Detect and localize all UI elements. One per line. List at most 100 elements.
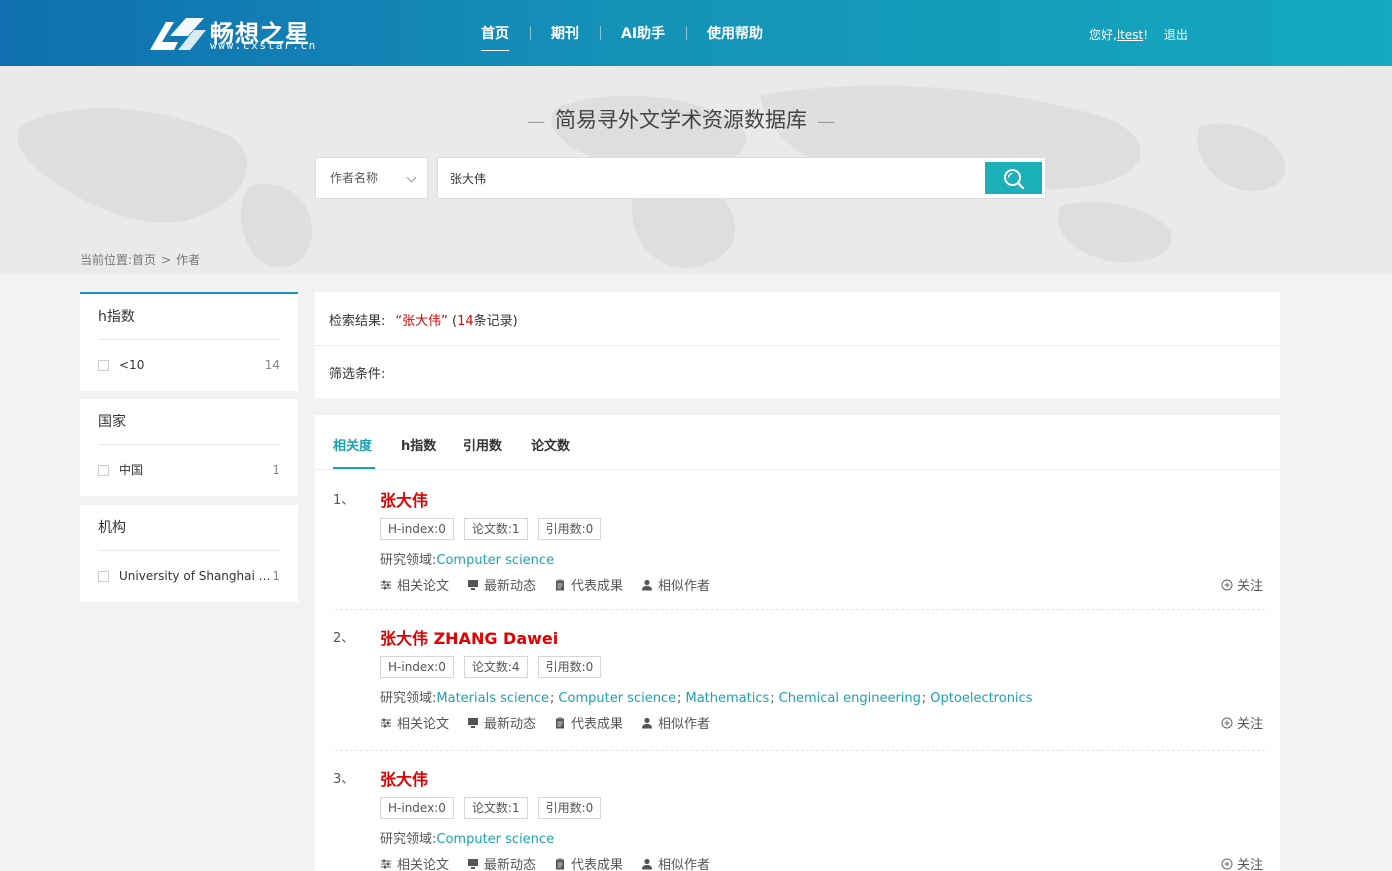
greeting-exclaim: ! — [1143, 28, 1149, 42]
result-index: 2、 — [333, 631, 355, 646]
similar-authors-button[interactable]: 相似作者 — [641, 575, 710, 594]
username-link[interactable]: ltest — [1117, 28, 1143, 42]
field-separator: ; — [770, 691, 775, 706]
checkbox[interactable] — [98, 465, 109, 476]
monitor-icon — [468, 717, 479, 728]
result-suffix: 条记录) — [473, 314, 518, 329]
follow-button[interactable]: 关注 — [1221, 713, 1263, 732]
representative-works-button[interactable]: 代表成果 — [554, 854, 623, 871]
sliders-icon — [381, 859, 391, 868]
related-papers-label: 相关论文 — [397, 579, 450, 594]
nav-journals[interactable]: 期刊 — [530, 23, 600, 43]
tab-h-index[interactable]: h指数 — [401, 435, 436, 454]
result-count-line: 检索结果: “张大伟” (14条记录) — [329, 310, 518, 329]
similar-authors-button[interactable]: 相似作者 — [641, 854, 710, 871]
related-papers-button[interactable]: 相关论文 — [380, 575, 449, 594]
author-name-link[interactable]: 张大伟 — [380, 766, 428, 790]
follow-label: 关注 — [1236, 858, 1263, 871]
nav-help[interactable]: 使用帮助 — [686, 23, 784, 43]
result-count: 14 — [457, 314, 474, 329]
field-link[interactable]: Materials science — [436, 691, 549, 706]
monitor-icon — [468, 858, 479, 869]
breadcrumb: 当前位置:首页 > 作者 — [80, 251, 200, 268]
user-icon — [642, 858, 653, 869]
main-nav: 首页 期刊 AI助手 使用帮助 — [460, 0, 784, 66]
related-papers-button[interactable]: 相关论文 — [380, 854, 449, 871]
search-type-value: 作者名称 — [330, 171, 379, 185]
breadcrumb-home[interactable]: 首页 — [132, 253, 156, 267]
tab-papers[interactable]: 论文数 — [531, 435, 570, 454]
plus-circle-icon — [1221, 717, 1233, 728]
item-divider — [335, 609, 1265, 610]
latest-news-label: 最新动态 — [484, 579, 537, 594]
similar-authors-label: 相似作者 — [658, 717, 711, 732]
author-stats: H-index:0 论文数:1 引用数:0 — [380, 518, 602, 540]
breadcrumb-prefix: 当前位置: — [80, 253, 133, 267]
representative-works-button[interactable]: 代表成果 — [554, 575, 623, 594]
author-name-link[interactable]: 张大伟 — [380, 487, 428, 511]
checkbox[interactable] — [98, 571, 109, 582]
greeting: 您好, — [1089, 28, 1117, 42]
result-prefix: 检索结果: — [329, 314, 386, 329]
site-logo[interactable]: 畅想之星 www.cxstar.cn — [148, 14, 338, 54]
field-link[interactable]: Chemical engineering — [779, 691, 921, 706]
h-index-badge: H-index:0 — [380, 656, 454, 678]
nav-ai-assistant[interactable]: AI助手 — [600, 23, 686, 43]
author-name-link[interactable]: 张大伟 ZHANG Dawei — [380, 625, 558, 649]
sort-tabs: 相关度 h指数 引用数 论文数 — [315, 415, 1280, 470]
search-input[interactable] — [438, 158, 983, 198]
facet-title: 机构 — [98, 505, 280, 551]
latest-news-button[interactable]: 最新动态 — [467, 713, 536, 732]
field-link[interactable]: Computer science — [436, 832, 554, 847]
hero-title-text: 简易寻外文学术资源数据库 — [555, 108, 807, 132]
similar-authors-button[interactable]: 相似作者 — [641, 713, 710, 732]
search-icon — [1004, 169, 1025, 190]
tab-citations[interactable]: 引用数 — [463, 435, 502, 454]
follow-button[interactable]: 关注 — [1221, 854, 1263, 871]
field-separator: ; — [550, 691, 555, 706]
latest-news-button[interactable]: 最新动态 — [467, 854, 536, 871]
facet-option[interactable]: <10 14 — [98, 340, 280, 391]
similar-authors-label: 相似作者 — [658, 579, 711, 594]
field-prefix: 研究领域: — [380, 553, 437, 568]
author-stats: H-index:0 论文数:4 引用数:0 — [380, 656, 602, 678]
facet-option[interactable]: 中国 1 — [98, 445, 280, 496]
plus-circle-icon — [1221, 579, 1233, 590]
follow-button[interactable]: 关注 — [1221, 575, 1263, 594]
follow-label: 关注 — [1236, 717, 1263, 732]
field-link[interactable]: Computer science — [436, 553, 554, 568]
nav-home[interactable]: 首页 — [460, 23, 530, 51]
representative-works-label: 代表成果 — [571, 858, 624, 871]
related-papers-button[interactable]: 相关论文 — [380, 713, 449, 732]
follow-label: 关注 — [1236, 579, 1263, 594]
latest-news-button[interactable]: 最新动态 — [467, 575, 536, 594]
representative-works-label: 代表成果 — [571, 579, 624, 594]
field-link[interactable]: Mathematics — [686, 691, 770, 706]
h-index-badge: H-index:0 — [380, 518, 454, 540]
representative-works-label: 代表成果 — [571, 717, 624, 732]
latest-news-label: 最新动态 — [484, 858, 537, 871]
result-item: 2、 张大伟 ZHANG Dawei H-index:0 论文数:4 引用数:0… — [315, 609, 1280, 750]
search-type-select[interactable]: 作者名称 — [315, 157, 428, 199]
sliders-icon — [381, 580, 391, 589]
papers-badge: 论文数:1 — [463, 797, 528, 819]
plus-circle-icon — [1221, 858, 1233, 869]
research-fields: 研究领域:Computer science — [380, 828, 554, 847]
clipboard-icon — [556, 717, 565, 728]
tab-relevance[interactable]: 相关度 — [333, 435, 372, 454]
logout-link[interactable]: 退出 — [1164, 28, 1188, 42]
field-link[interactable]: Optoelectronics — [930, 691, 1032, 706]
divider — [315, 345, 1280, 346]
search-button[interactable] — [985, 162, 1042, 194]
citations-badge: 引用数:0 — [537, 518, 602, 540]
field-separator: ; — [677, 691, 682, 706]
search-hero: — 简易寻外文学术资源数据库 — 作者名称 当前位置:首页 > 作者 — [0, 66, 1392, 274]
field-link[interactable]: Computer science — [558, 691, 676, 706]
representative-works-button[interactable]: 代表成果 — [554, 713, 623, 732]
field-prefix: 研究领域: — [380, 691, 437, 706]
checkbox[interactable] — [98, 360, 109, 371]
user-area: 您好,ltest! 退出 — [1089, 26, 1188, 43]
field-separator: ; — [921, 691, 927, 706]
facet-option[interactable]: University of Shanghai for Science and T… — [98, 551, 280, 602]
latest-news-label: 最新动态 — [484, 717, 537, 732]
